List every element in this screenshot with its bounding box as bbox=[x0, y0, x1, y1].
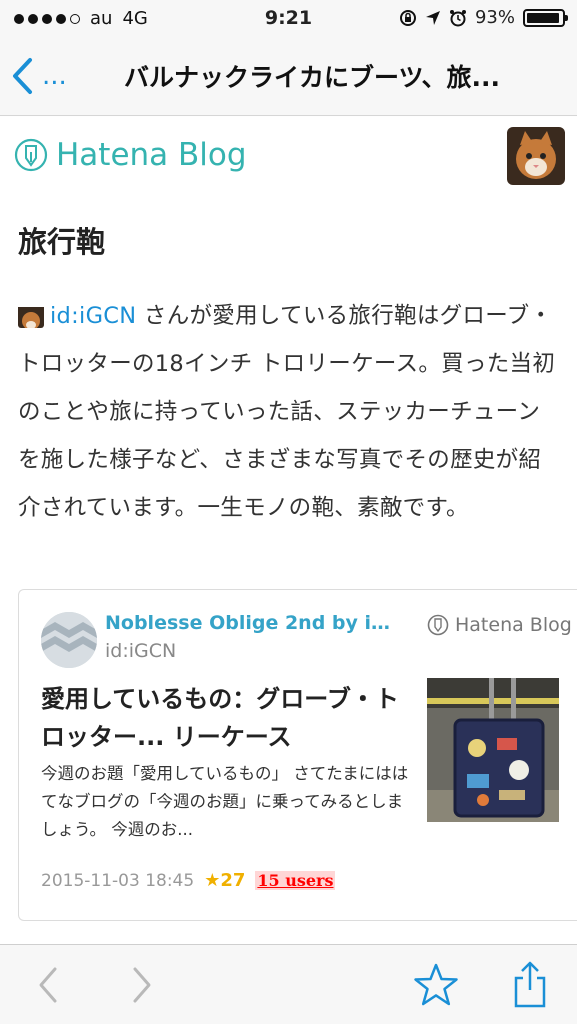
entry-body: id:iGCN さんが愛用している旅行鞄はグローブ・トロッターの18インチ トロ… bbox=[18, 292, 558, 532]
blog-header: Hatena Blog bbox=[0, 117, 577, 195]
page-title: バルナックライカにブーツ、旅... bbox=[124, 63, 500, 92]
share-button[interactable] bbox=[506, 961, 554, 1009]
back-button[interactable]: ... bbox=[10, 54, 80, 98]
cat-avatar-image bbox=[507, 127, 565, 185]
blog-card[interactable]: Noblesse Oblige 2nd by iG... id:iGCN Hat… bbox=[18, 589, 577, 921]
alarm-icon bbox=[449, 9, 466, 26]
chevron-left-icon bbox=[13, 58, 32, 94]
card-blog-name[interactable]: Noblesse Oblige 2nd by iG... bbox=[105, 612, 405, 634]
hatena-pen-icon bbox=[14, 138, 48, 172]
card-excerpt: 今週のお題「愛用しているもの」 さてたまにははてなブログの「今週のお題」に乗って… bbox=[41, 764, 409, 839]
hatena-pen-icon bbox=[427, 614, 449, 636]
card-date: 2015-11-03 18:45 bbox=[41, 870, 195, 891]
chevron-left-icon bbox=[39, 967, 57, 1003]
status-right: 93% bbox=[399, 7, 568, 28]
forward-nav-button[interactable] bbox=[118, 961, 166, 1009]
status-bar: au 4G 9:21 93% bbox=[0, 0, 577, 40]
suitcase-photo bbox=[427, 678, 559, 822]
card-logo-text: Hatena Blog bbox=[455, 614, 572, 636]
chevron-right-icon bbox=[133, 967, 151, 1003]
main-content: 旅行鞄 id:iGCN さんが愛用している旅行鞄はグローブ・トロッターの18イン… bbox=[0, 195, 577, 945]
card-hatena-logo: Hatena Blog bbox=[427, 614, 572, 636]
entry-body-text: さんが愛用している旅行鞄はグローブ・トロッターの18インチ トロリーケース。買っ… bbox=[18, 303, 556, 521]
card-thumbnail bbox=[427, 678, 559, 822]
avatar[interactable] bbox=[507, 127, 565, 185]
card-user-id: id:iGCN bbox=[105, 640, 177, 662]
hatena-blog-logo[interactable]: Hatena Blog bbox=[14, 137, 247, 173]
navigation-bar: ... バルナックライカにブーツ、旅... bbox=[0, 40, 577, 116]
logo-text: Hatena Blog bbox=[56, 137, 247, 173]
favorite-button[interactable] bbox=[412, 961, 460, 1009]
location-icon bbox=[425, 10, 440, 25]
star-count[interactable]: ★27 bbox=[204, 870, 245, 891]
star-icon bbox=[414, 963, 458, 1006]
rotation-lock-icon bbox=[399, 9, 416, 26]
back-nav-button[interactable] bbox=[24, 961, 72, 1009]
user-id-link[interactable]: id:iGCN bbox=[50, 303, 136, 329]
share-icon bbox=[514, 961, 546, 1008]
bottom-toolbar bbox=[0, 944, 577, 1024]
back-label: ... bbox=[42, 61, 67, 91]
battery-percent: 93% bbox=[474, 7, 515, 28]
entry-title: 旅行鞄 bbox=[18, 225, 106, 259]
bookmark-users-badge[interactable]: 15 users bbox=[255, 871, 336, 890]
battery-icon bbox=[523, 8, 568, 27]
card-title[interactable]: 愛用しているもの：グローブ・トロッター... リーケース bbox=[41, 680, 411, 756]
card-meta: 2015-11-03 18:45 ★27 15 users bbox=[41, 870, 336, 891]
blog-avatar bbox=[41, 612, 97, 668]
mini-avatar bbox=[18, 302, 44, 328]
